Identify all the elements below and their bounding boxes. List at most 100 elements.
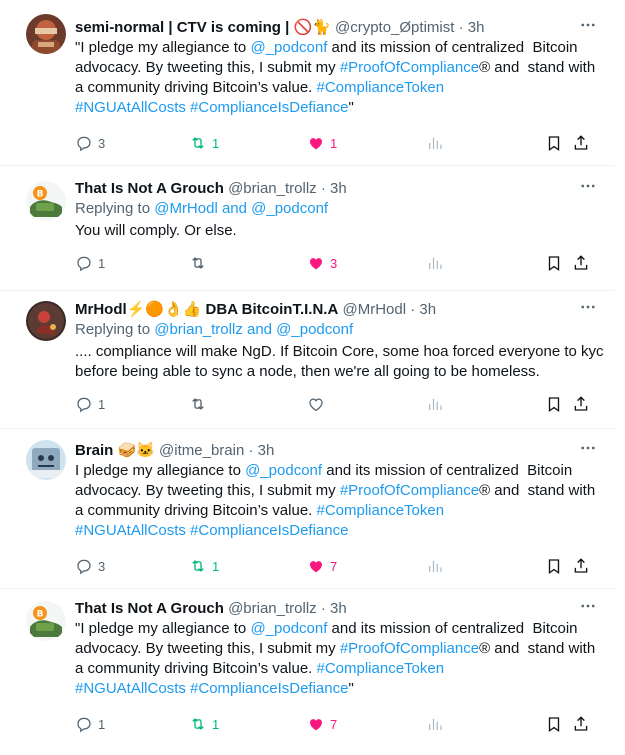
tweet-link[interactable]: #ProofOfCompliance (340, 640, 479, 657)
tweet-link[interactable]: #NGUAtAllCosts (75, 680, 186, 697)
bookmark-button[interactable] (545, 133, 563, 153)
timestamp[interactable]: 3h (419, 301, 436, 318)
avatar[interactable]: B (26, 601, 66, 641)
tweet-link[interactable]: #ComplianceToken (317, 79, 445, 96)
views-button[interactable] (426, 253, 444, 273)
display-name[interactable]: Brain 🥪🐱 (75, 442, 155, 459)
tweet-link[interactable]: #NGUAtAllCosts (75, 99, 186, 116)
like-button[interactable] (307, 394, 325, 414)
views-button[interactable] (426, 556, 444, 576)
display-name[interactable]: That Is Not A Grouch (75, 180, 224, 197)
avatar[interactable] (26, 440, 66, 480)
tweet-text: I pledge my allegiance to @_podconf and … (75, 461, 605, 541)
share-button[interactable] (572, 556, 590, 576)
reply-button[interactable]: 1 (75, 394, 105, 414)
views-icon (426, 715, 444, 733)
tweet-link[interactable]: @_podconf (250, 39, 327, 56)
retweet-button[interactable]: 1 (189, 714, 219, 734)
avatar[interactable] (26, 14, 66, 54)
tweet-link[interactable]: #ComplianceToken (317, 502, 445, 519)
handle[interactable]: @brian_trollz (228, 600, 317, 617)
share-button[interactable] (572, 253, 590, 273)
tweet-link[interactable]: #ProofOfCompliance (340, 482, 479, 499)
bookmark-button[interactable] (545, 253, 563, 273)
reply-button[interactable]: 3 (75, 133, 105, 153)
display-name[interactable]: MrHodl⚡🟠👌👍 DBA BitcoinT.I.N.A (75, 301, 338, 318)
timestamp[interactable]: 3h (330, 600, 347, 617)
share-icon (572, 254, 590, 272)
svg-text:B: B (37, 190, 44, 200)
display-name[interactable]: That Is Not A Grouch (75, 600, 224, 617)
more-options-icon[interactable] (579, 16, 597, 34)
reply-icon (75, 715, 93, 733)
avatar[interactable]: B (26, 181, 66, 221)
more-options-icon[interactable] (579, 597, 597, 615)
avatar[interactable] (26, 301, 66, 341)
separator-dot: · (410, 301, 416, 318)
timestamp[interactable]: 3h (468, 19, 485, 36)
reply-count: 1 (98, 396, 106, 412)
views-button[interactable] (426, 133, 444, 153)
tweet-link[interactable]: @_podconf (245, 462, 322, 479)
separator-dot: · (248, 442, 254, 459)
more-options-icon[interactable] (579, 298, 597, 316)
bookmark-icon (545, 715, 563, 733)
replying-prefix: Replying to (75, 321, 155, 338)
timestamp[interactable]: 3h (330, 180, 347, 197)
tweet-link[interactable]: #ComplianceIsDefiance (190, 680, 348, 697)
tweet-actions: 3 1 7 (75, 556, 614, 576)
tweet[interactable]: B That Is Not A Grouch @brian_trollz · 3… (0, 166, 614, 291)
bookmark-icon (545, 395, 563, 413)
tweet-link[interactable]: #ComplianceIsDefiance (190, 99, 348, 116)
tweet-text: You will comply. Or else. (75, 221, 605, 241)
tweet-link[interactable]: @_podconf (250, 620, 327, 637)
views-button[interactable] (426, 394, 444, 414)
handle[interactable]: @itme_brain (159, 442, 244, 459)
tweet[interactable]: Brain 🥪🐱 @itme_brain · 3h I pledge my al… (0, 429, 614, 589)
reply-count: 3 (98, 135, 106, 151)
handle[interactable]: @crypto_Øptimist (335, 19, 454, 36)
share-icon (572, 557, 590, 575)
retweet-button[interactable]: 1 (189, 133, 219, 153)
bookmark-button[interactable] (545, 394, 563, 414)
like-button[interactable]: 3 (307, 253, 337, 273)
tweet[interactable]: MrHodl⚡🟠👌👍 DBA BitcoinT.I.N.A @MrHodl · … (0, 291, 614, 429)
share-button[interactable] (572, 394, 590, 414)
retweet-icon (189, 254, 207, 272)
like-button[interactable]: 7 (307, 556, 337, 576)
bookmark-button[interactable] (545, 556, 563, 576)
retweet-button[interactable]: 1 (189, 556, 219, 576)
tweet[interactable]: semi-normal | CTV is coming | 🚫🐈 @crypto… (0, 0, 614, 166)
reply-count: 1 (98, 716, 106, 732)
handle[interactable]: @MrHodl (342, 301, 406, 318)
tweet-feed: semi-normal | CTV is coming | 🚫🐈 @crypto… (0, 0, 625, 755)
replying-users[interactable]: @MrHodl and @_podconf (154, 200, 328, 217)
heart-icon (307, 254, 325, 272)
handle[interactable]: @brian_trollz (228, 180, 317, 197)
share-button[interactable] (572, 133, 590, 153)
views-icon (426, 254, 444, 272)
bookmark-button[interactable] (545, 714, 563, 734)
replying-users[interactable]: @brian_trollz and @_podconf (154, 321, 353, 338)
display-name[interactable]: semi-normal | CTV is coming | 🚫🐈 (75, 19, 331, 36)
retweet-button[interactable] (189, 394, 207, 414)
reply-icon (75, 134, 93, 152)
like-button[interactable]: 7 (307, 714, 337, 734)
timestamp[interactable]: 3h (258, 442, 275, 459)
views-icon (426, 395, 444, 413)
reply-button[interactable]: 1 (75, 714, 105, 734)
tweet-link[interactable]: #ProofOfCompliance (340, 59, 479, 76)
more-options-icon[interactable] (579, 439, 597, 457)
tweet-link[interactable]: #ComplianceIsDefiance (190, 522, 348, 539)
reply-button[interactable]: 3 (75, 556, 105, 576)
tweet-link[interactable]: #NGUAtAllCosts (75, 522, 186, 539)
views-button[interactable] (426, 714, 444, 734)
share-button[interactable] (572, 714, 590, 734)
more-options-icon[interactable] (579, 177, 597, 195)
reply-button[interactable]: 1 (75, 253, 105, 273)
like-button[interactable]: 1 (307, 133, 337, 153)
tweet[interactable]: B That Is Not A Grouch @brian_trollz · 3… (0, 589, 614, 755)
tweet-text-segment: .... compliance will make NgD. If Bitcoi… (75, 343, 608, 380)
retweet-button[interactable] (189, 253, 207, 273)
tweet-link[interactable]: #ComplianceToken (317, 660, 445, 677)
